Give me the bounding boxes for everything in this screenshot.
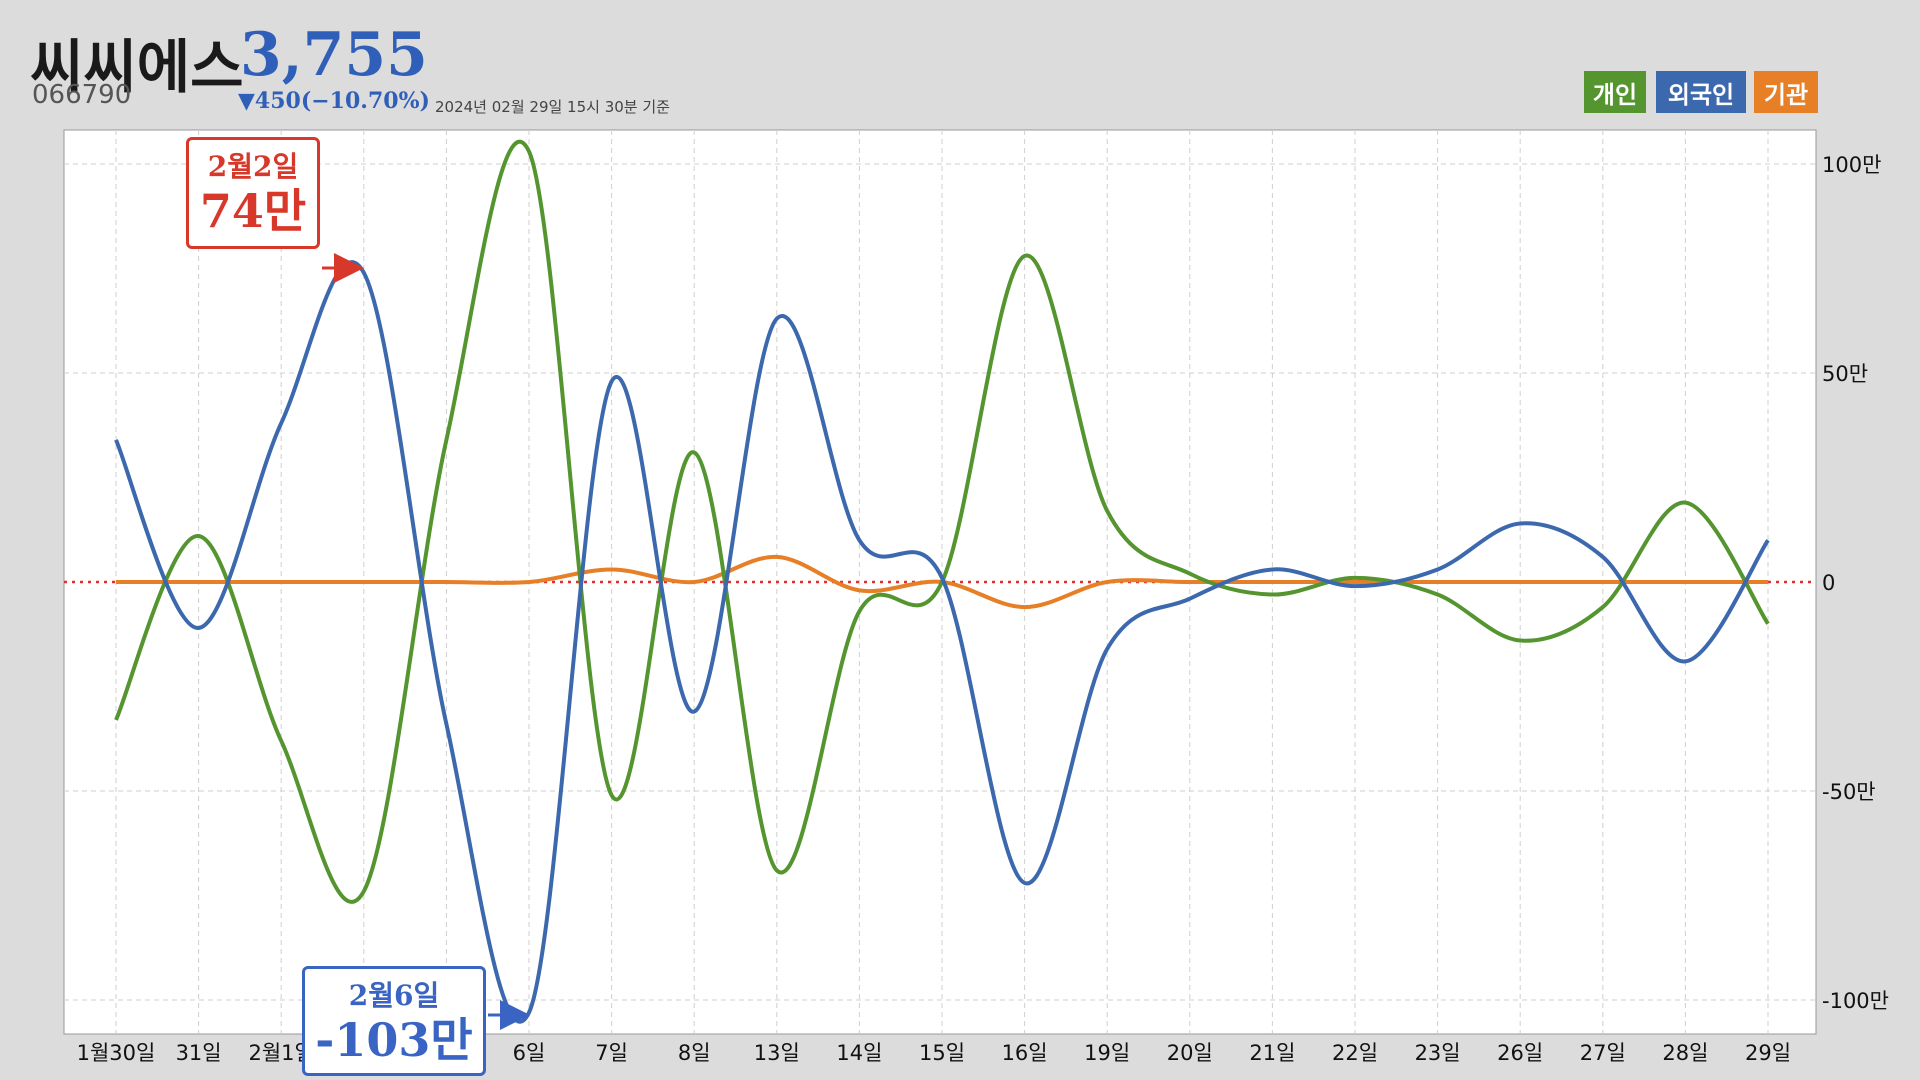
max-callout-date: 2월2일 xyxy=(207,150,299,183)
min-callout-value: -103만 xyxy=(315,1013,473,1067)
y-tick-label: 100만 xyxy=(1822,153,1881,177)
y-tick-label: -100만 xyxy=(1822,989,1889,1013)
max-callout: 2월2일 74만 xyxy=(186,137,320,249)
x-tick-label: 8일 xyxy=(678,1041,711,1065)
x-tick-label: 22일 xyxy=(1332,1041,1378,1065)
x-tick-label: 16일 xyxy=(1002,1041,1048,1065)
x-tick-label: 27일 xyxy=(1580,1041,1626,1065)
x-tick-label: 23일 xyxy=(1415,1041,1461,1065)
x-tick-label: 1월30일 xyxy=(77,1041,156,1065)
x-tick-label: 29일 xyxy=(1745,1041,1791,1065)
x-tick-label: 21일 xyxy=(1249,1041,1295,1065)
x-tick-label: 7일 xyxy=(595,1041,628,1065)
x-tick-label: 28일 xyxy=(1662,1041,1708,1065)
x-tick-label: 20일 xyxy=(1167,1041,1213,1065)
x-tick-label: 15일 xyxy=(919,1041,965,1065)
y-tick-label: 0 xyxy=(1822,571,1835,595)
min-callout: 2월6일 -103만 xyxy=(302,966,486,1076)
x-tick-label: 19일 xyxy=(1084,1041,1130,1065)
max-callout-value: 74만 xyxy=(199,184,307,238)
x-tick-label: 6일 xyxy=(513,1041,546,1065)
x-tick-label: 31일 xyxy=(176,1041,222,1065)
y-tick-label: -50만 xyxy=(1822,780,1876,804)
x-tick-label: 14일 xyxy=(836,1041,882,1065)
x-tick-label: 26일 xyxy=(1497,1041,1543,1065)
x-tick-label: 13일 xyxy=(754,1041,800,1065)
y-tick-label: 50만 xyxy=(1822,362,1868,386)
min-callout-date: 2월6일 xyxy=(348,979,440,1012)
